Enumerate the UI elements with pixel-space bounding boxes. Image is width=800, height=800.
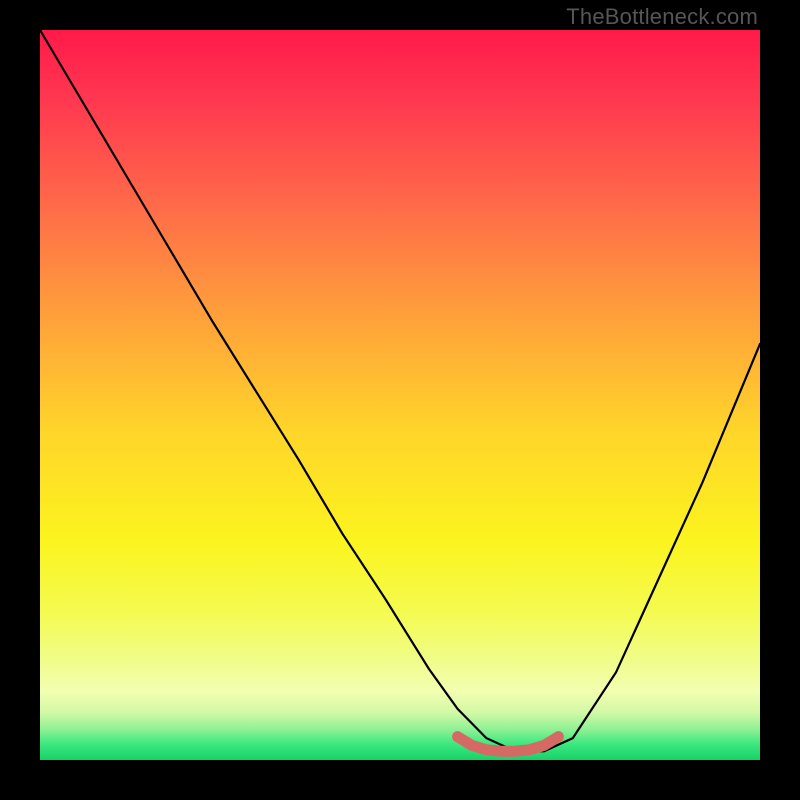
watermark-text: TheBottleneck.com xyxy=(566,4,758,30)
bottleneck-chart xyxy=(40,30,760,760)
gradient-background xyxy=(40,30,760,760)
plot-area xyxy=(40,30,760,760)
chart-frame: TheBottleneck.com xyxy=(0,0,800,800)
